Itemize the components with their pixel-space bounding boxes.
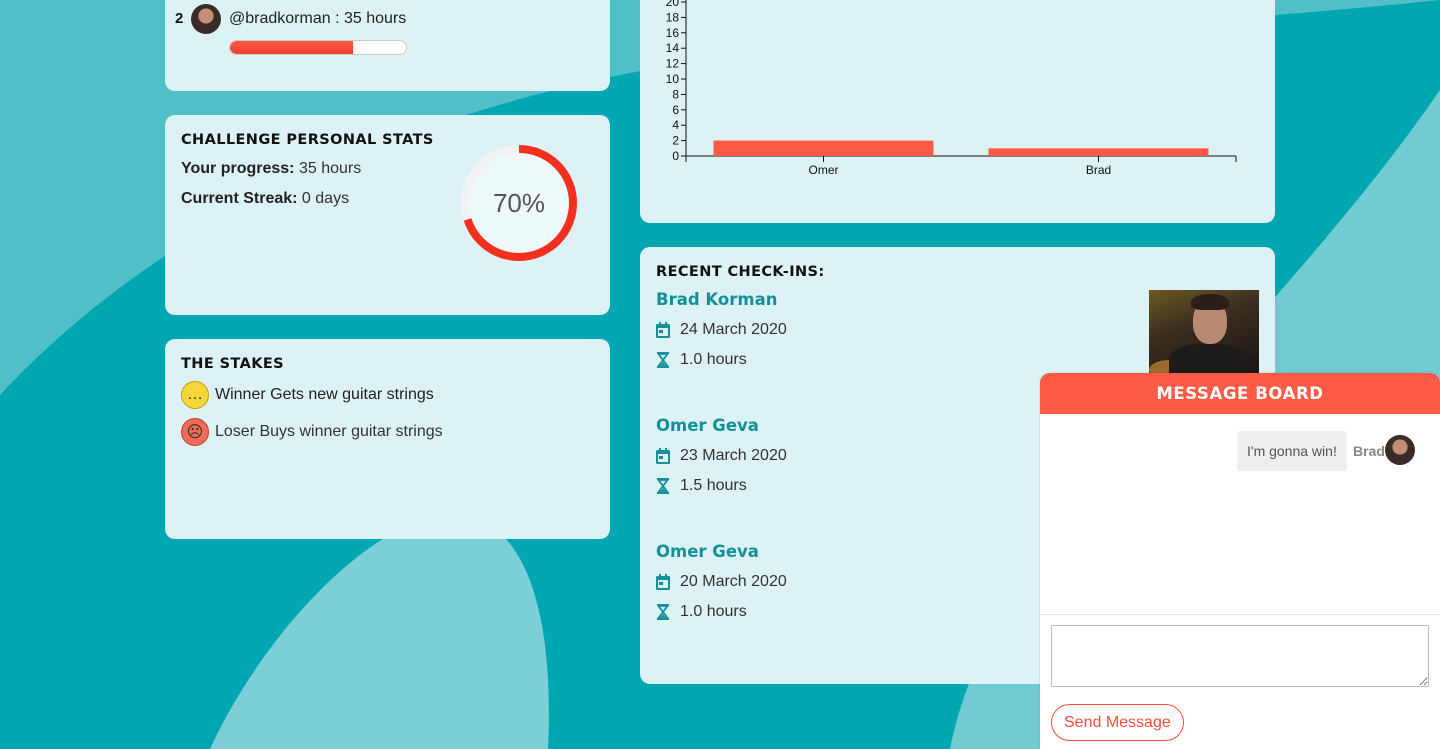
bar-omer bbox=[713, 140, 934, 156]
personal-stats-card: CHALLENGE PERSONAL STATS Your progress: … bbox=[165, 115, 610, 315]
leaderboard-entry: @bradkorman : 35 hours bbox=[229, 10, 406, 28]
checkin-date-text: 24 March 2020 bbox=[680, 321, 787, 338]
stake-loser-text: Loser Buys winner guitar strings bbox=[215, 423, 443, 440]
calendar-icon bbox=[656, 322, 670, 338]
streak-stat: Current Streak: 0 days bbox=[181, 190, 349, 208]
hours-chart-card: 0 2 4 6 8 10 12 14 16 18 20 Omer Brad bbox=[640, 0, 1275, 223]
angry-face-icon: ☹ bbox=[181, 418, 209, 446]
chat-message-user: Brad bbox=[1353, 443, 1385, 459]
stakes-title: THE STAKES bbox=[181, 356, 284, 372]
checkin-user-name[interactable]: Brad Korman bbox=[656, 290, 1076, 309]
checkin-date: 23 March 2020 bbox=[656, 447, 1076, 465]
checkins-title: RECENT CHECK-INS: bbox=[656, 264, 825, 280]
y-tick-label: 12 bbox=[666, 57, 680, 71]
checkin-date-text: 23 March 2020 bbox=[680, 447, 787, 464]
checkin-hours-text: 1.5 hours bbox=[680, 477, 747, 494]
y-tick-label: 18 bbox=[666, 10, 680, 24]
stakes-card: THE STAKES … Winner Gets new guitar stri… bbox=[165, 339, 610, 539]
x-tick-label: Brad bbox=[1086, 163, 1111, 177]
y-tick-label: 6 bbox=[672, 103, 679, 117]
checkin-hours: 1.0 hours bbox=[656, 603, 1076, 621]
bar-brad bbox=[988, 148, 1209, 156]
hourglass-icon bbox=[656, 478, 670, 494]
stake-loser: ☹ Loser Buys winner guitar strings bbox=[181, 418, 443, 446]
streak-label: Current Streak: bbox=[181, 190, 298, 207]
leaderboard-rank: 2 bbox=[175, 10, 184, 27]
hourglass-icon bbox=[656, 604, 670, 620]
progress-stat: Your progress: 35 hours bbox=[181, 160, 361, 178]
checkin-entry: Omer Geva 20 March 2020 1.0 hours bbox=[656, 542, 1076, 621]
chat-user-avatar bbox=[1385, 435, 1415, 465]
message-board: MESSAGE BOARD I'm gonna win! Brad Send M… bbox=[1040, 373, 1440, 749]
progress-ring: 70% bbox=[461, 145, 577, 261]
checkin-user-name[interactable]: Omer Geva bbox=[656, 416, 1076, 435]
y-tick-label: 16 bbox=[666, 26, 680, 40]
checkin-user-name[interactable]: Omer Geva bbox=[656, 542, 1076, 561]
leaderboard-progress-fill bbox=[230, 41, 354, 54]
y-tick-label: 14 bbox=[666, 41, 680, 55]
calendar-icon bbox=[656, 448, 670, 464]
stake-winner-text: Winner Gets new guitar strings bbox=[215, 386, 434, 403]
y-tick-label: 8 bbox=[672, 87, 679, 101]
thinking-face-icon: … bbox=[181, 381, 209, 409]
message-board-header[interactable]: MESSAGE BOARD bbox=[1040, 373, 1440, 414]
leaderboard-hours: : 35 hours bbox=[330, 10, 407, 27]
leaderboard-username[interactable]: @bradkorman bbox=[229, 10, 331, 27]
checkin-hours-text: 1.0 hours bbox=[680, 603, 747, 620]
progress-label: Your progress: bbox=[181, 160, 295, 177]
y-tick-label: 0 bbox=[672, 149, 679, 163]
checkin-hours: 1.5 hours bbox=[656, 477, 1076, 495]
y-tick-label: 20 bbox=[666, 0, 680, 9]
personal-stats-title: CHALLENGE PERSONAL STATS bbox=[181, 132, 434, 148]
hourglass-icon bbox=[656, 352, 670, 368]
message-input[interactable] bbox=[1051, 625, 1429, 687]
user-avatar[interactable] bbox=[191, 4, 221, 34]
leaderboard-progress-bar bbox=[229, 40, 407, 55]
streak-value: 0 days bbox=[297, 190, 350, 207]
progress-percent: 70% bbox=[493, 188, 545, 218]
checkin-entry: Omer Geva 23 March 2020 1.5 hours bbox=[656, 416, 1076, 495]
chat-message: I'm gonna win! bbox=[1237, 431, 1347, 471]
y-tick-label: 2 bbox=[672, 134, 679, 148]
send-message-button[interactable]: Send Message bbox=[1051, 704, 1184, 741]
message-board-divider bbox=[1040, 614, 1440, 615]
stake-winner: … Winner Gets new guitar strings bbox=[181, 381, 434, 409]
checkin-hours: 1.0 hours bbox=[656, 351, 1076, 369]
y-tick-label: 4 bbox=[672, 118, 679, 132]
checkin-date: 20 March 2020 bbox=[656, 573, 1076, 591]
hours-bar-chart: 02 46 81012 1416 1820 Omer Brad bbox=[666, 0, 1237, 177]
x-tick-label: Omer bbox=[809, 163, 839, 177]
calendar-icon bbox=[656, 574, 670, 590]
checkin-entry: Brad Korman 24 March 2020 1.0 hours bbox=[656, 290, 1076, 369]
checkin-date-text: 20 March 2020 bbox=[680, 573, 787, 590]
checkin-date: 24 March 2020 bbox=[656, 321, 1076, 339]
leaderboard-card: 2 @bradkorman : 35 hours bbox=[165, 0, 610, 91]
checkin-photo[interactable] bbox=[1149, 290, 1259, 376]
checkin-hours-text: 1.0 hours bbox=[680, 351, 747, 368]
progress-value: 35 hours bbox=[294, 160, 362, 177]
y-tick-label: 10 bbox=[666, 72, 680, 86]
